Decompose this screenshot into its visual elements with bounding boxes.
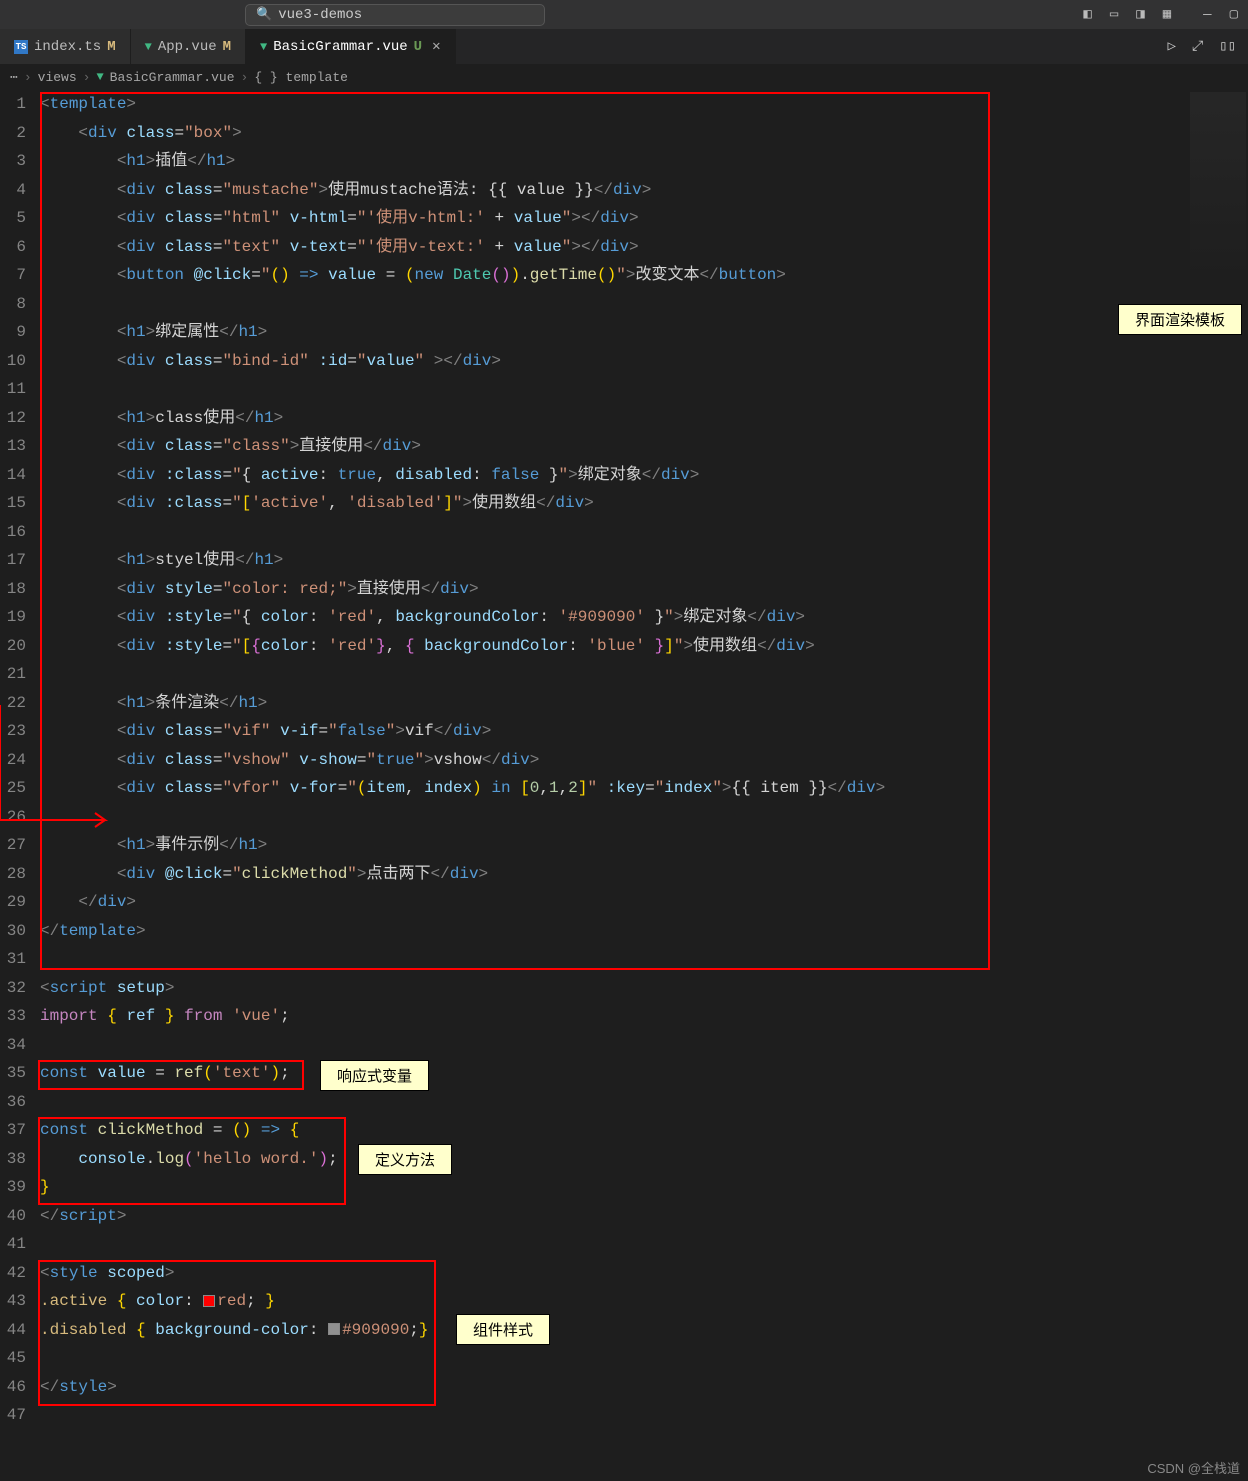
breadcrumb-item[interactable]: BasicGrammar.vue [110,70,235,85]
tab-index-ts[interactable]: TS index.ts M [0,29,131,64]
breadcrumb[interactable]: ⋯ › views › ▼ BasicGrammar.vue › { } tem… [0,64,1248,90]
split-editor-icon[interactable]: ⤢ [1192,39,1203,55]
layout-grid-icon[interactable]: ▦ [1163,6,1171,23]
typescript-icon: TS [14,40,28,54]
search-icon: 🔍 [256,7,272,22]
more-icon[interactable]: ▯▯ [1219,38,1236,55]
breadcrumb-item[interactable]: { } template [254,70,348,85]
panel-right-icon[interactable]: ◨ [1136,6,1144,23]
vue-icon: ▼ [145,40,152,54]
annotation-label-style: 组件样式 [456,1314,550,1345]
annotation-label-reactive: 响应式变量 [320,1060,429,1091]
search-box[interactable]: 🔍 vue3-demos [245,4,545,26]
tab-label: App.vue [158,39,217,55]
chevron-right-icon: › [24,70,32,85]
editor-tabs: TS index.ts M ▼ App.vue M ▼ BasicGrammar… [0,29,1248,64]
watermark: CSDN @全栈道 [1147,1458,1240,1477]
tab-basicgrammar-vue[interactable]: ▼ BasicGrammar.vue U ✕ [246,29,455,64]
annotation-label-method: 定义方法 [358,1144,452,1175]
panel-left-icon[interactable]: ◧ [1083,6,1091,23]
tab-modified-status: M [223,39,231,55]
chevron-right-icon: › [83,70,91,85]
tab-label: index.ts [34,39,101,55]
tab-modified-status: M [107,39,115,55]
line-number-gutter: 1234567891011121314151617181920212223242… [0,90,40,1481]
maximize-icon[interactable]: ▢ [1230,6,1238,23]
breadcrumb-item[interactable]: ⋯ [10,70,18,85]
title-bar-right: ◧ ▭ ◨ ▦ — ▢ [1083,6,1238,23]
panel-bottom-icon[interactable]: ▭ [1110,6,1118,23]
minimize-icon[interactable]: — [1203,7,1211,23]
tab-actions: ▷ ⤢ ▯▯ [1168,29,1248,64]
run-icon[interactable]: ▷ [1168,38,1176,55]
vue-icon: ▼ [260,40,267,54]
editor: 1234567891011121314151617181920212223242… [0,90,1248,1481]
close-icon[interactable]: ✕ [432,38,440,55]
minimap[interactable] [1190,92,1246,282]
tab-app-vue[interactable]: ▼ App.vue M [131,29,246,64]
vue-icon: ▼ [96,70,103,84]
tab-label: BasicGrammar.vue [273,39,407,55]
title-bar: 🔍 vue3-demos ◧ ▭ ◨ ▦ — ▢ [0,0,1248,29]
chevron-right-icon: › [241,70,249,85]
annotation-label-template: 界面渲染模板 [1118,304,1242,335]
code-area[interactable]: <template> <div class="box"> <h1>插值</h1>… [40,90,1248,1481]
search-text: vue3-demos [278,7,362,23]
tab-untracked-status: U [414,39,422,55]
breadcrumb-item[interactable]: views [38,70,77,85]
